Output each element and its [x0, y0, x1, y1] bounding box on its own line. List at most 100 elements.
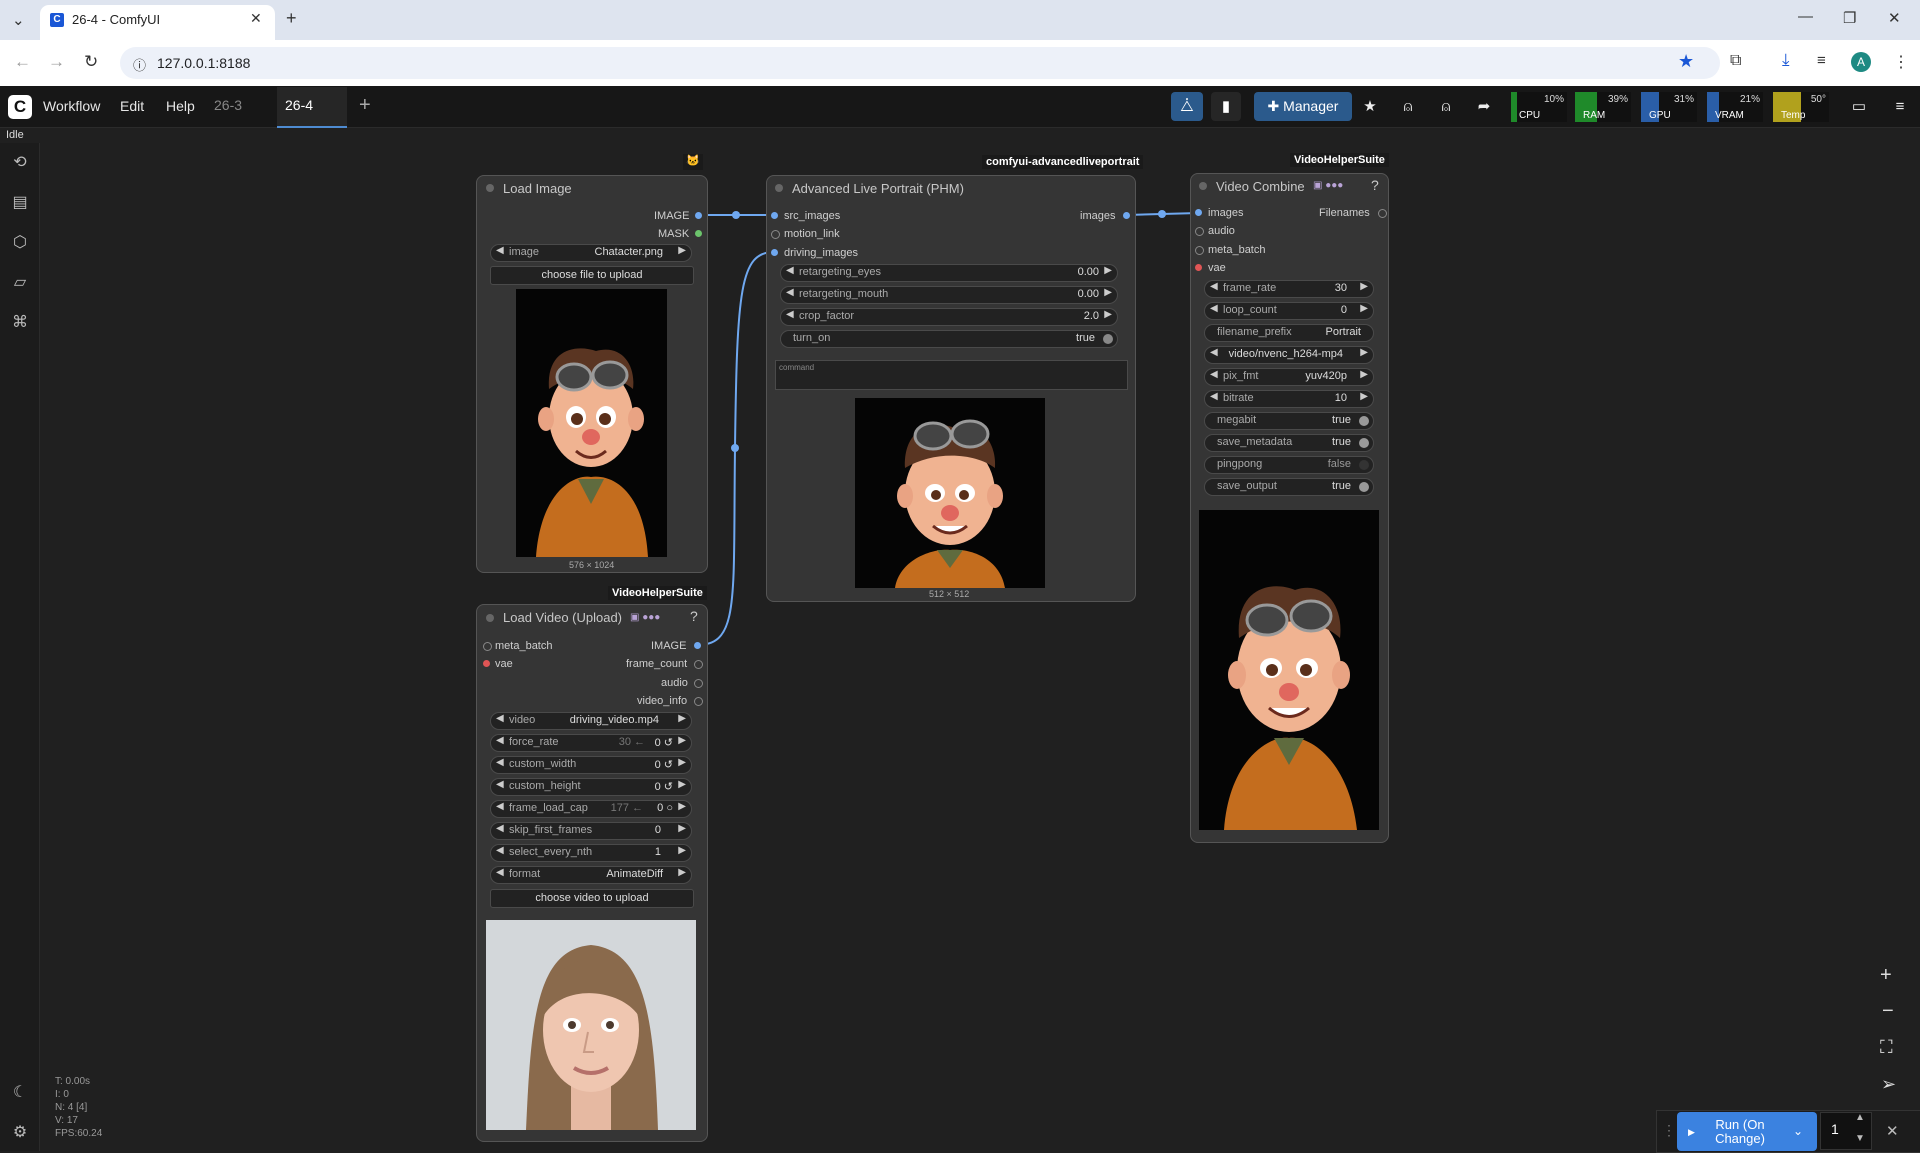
decrement-arrow-icon[interactable]: ◀ [786, 265, 794, 276]
input-images-socket[interactable] [1195, 209, 1202, 216]
output-frame-count-label: frame_count [626, 658, 688, 670]
increment-arrow-icon[interactable]: ▶ [678, 823, 686, 834]
decrement-arrow-icon[interactable]: ◀ [1210, 347, 1218, 358]
decrement-arrow-icon[interactable]: ◀ [1210, 281, 1218, 292]
widget-label: retargeting_eyes [799, 266, 881, 278]
input-vae-socket[interactable] [1195, 264, 1202, 271]
decrement-arrow-icon[interactable]: ◀ [496, 845, 504, 856]
zoom-in-icon[interactable]: + [1880, 964, 1892, 987]
pingpong-toggle[interactable]: pingpong false [1204, 456, 1374, 474]
preview-image [516, 289, 667, 557]
output-filenames-socket[interactable] [1378, 209, 1387, 218]
video-select-widget[interactable]: ◀ video driving_video.mp4 ▶ [490, 712, 692, 730]
node-collapse-dot[interactable] [775, 184, 783, 192]
decrement-arrow-icon[interactable]: ◀ [496, 823, 504, 834]
close-run-panel-icon[interactable]: ✕ [1886, 1122, 1899, 1140]
skip-first-frames-widget[interactable]: ◀ skip_first_frames 0 ▶ [490, 822, 692, 840]
loop-count-widget[interactable]: ◀ loop_count 0 ▶ [1204, 302, 1374, 320]
increment-arrow-icon[interactable]: ▶ [1360, 347, 1368, 358]
format-widget[interactable]: ◀ video/nvenc_h264-mp4 ▶ [1204, 346, 1374, 364]
increment-arrow-icon[interactable]: ▶ [678, 845, 686, 856]
node-collapse-dot[interactable] [1199, 182, 1207, 190]
increment-arrow-icon[interactable]: ▶ [1360, 281, 1368, 292]
output-image-socket[interactable] [694, 642, 701, 649]
increment-arrow-icon[interactable]: ▶ [678, 245, 686, 256]
pix-fmt-widget[interactable]: ◀ pix_fmt yuv420p ▶ [1204, 368, 1374, 386]
increment-arrow-icon[interactable]: ▶ [678, 735, 686, 746]
decrement-arrow-icon[interactable]: ◀ [786, 287, 794, 298]
decrement-icon[interactable]: ▼ [1855, 1133, 1865, 1144]
widget-value: 30 [1334, 282, 1347, 294]
megabit-toggle[interactable]: megabit true [1204, 412, 1374, 430]
decrement-arrow-icon[interactable]: ◀ [1210, 369, 1218, 380]
bitrate-widget[interactable]: ◀ bitrate 10 ▶ [1204, 390, 1374, 408]
input-driving-socket[interactable] [771, 249, 778, 256]
increment-arrow-icon[interactable]: ▶ [678, 757, 686, 768]
image-select-widget[interactable]: ◀ image Chatacter.png ▶ [490, 244, 692, 262]
retargeting-mouth-widget[interactable]: ◀ retargeting_mouth 0.00 ▶ [780, 286, 1118, 304]
decrement-arrow-icon[interactable]: ◀ [496, 713, 504, 724]
decrement-arrow-icon[interactable]: ◀ [1210, 303, 1218, 314]
save-metadata-toggle[interactable]: save_metadata true [1204, 434, 1374, 452]
select-every-nth-widget[interactable]: ◀ select_every_nth 1 ▶ [490, 844, 692, 862]
increment-icon[interactable]: ▲ [1855, 1112, 1865, 1123]
node-collapse-dot[interactable] [486, 184, 494, 192]
output-video-info-socket[interactable] [694, 697, 703, 706]
turn-on-toggle[interactable]: turn_on true [780, 330, 1118, 348]
decrement-arrow-icon[interactable]: ◀ [786, 309, 794, 320]
increment-arrow-icon[interactable]: ▶ [678, 713, 686, 724]
increment-arrow-icon[interactable]: ▶ [1104, 265, 1112, 276]
choose-file-button[interactable]: choose file to upload [490, 266, 694, 285]
output-audio-socket[interactable] [694, 679, 703, 688]
retargeting-eyes-widget[interactable]: ◀ retargeting_eyes 0.00 ▶ [780, 264, 1118, 282]
output-images-socket[interactable] [1123, 212, 1130, 219]
format-select-widget[interactable]: ◀ format AnimateDiff ▶ [490, 866, 692, 884]
increment-arrow-icon[interactable]: ▶ [1104, 309, 1112, 320]
command-textarea[interactable]: command [775, 360, 1128, 390]
input-motion-socket[interactable] [771, 230, 780, 239]
increment-arrow-icon[interactable]: ▶ [678, 867, 686, 878]
input-meta-socket[interactable] [483, 642, 492, 651]
increment-arrow-icon[interactable]: ▶ [1360, 391, 1368, 402]
filename-prefix-widget[interactable]: filename_prefix Portrait [1204, 324, 1374, 342]
widget-label: frame_rate [1223, 282, 1277, 294]
character-illustration [1224, 586, 1357, 830]
batch-count-value: 1 [1831, 1121, 1839, 1137]
fit-view-icon[interactable]: ⛶ [1880, 1037, 1893, 1058]
output-mask-socket[interactable] [695, 230, 702, 237]
choose-video-button[interactable]: choose video to upload [490, 889, 694, 908]
frame-rate-widget[interactable]: ◀ frame_rate 30 ▶ [1204, 280, 1374, 298]
decrement-arrow-icon[interactable]: ◀ [496, 757, 504, 768]
select-mode-icon[interactable]: ➢ [1881, 1074, 1896, 1095]
output-image-socket[interactable] [695, 212, 702, 219]
output-frame-count-socket[interactable] [694, 660, 703, 669]
decrement-arrow-icon[interactable]: ◀ [496, 801, 504, 812]
input-meta-socket[interactable] [1195, 246, 1204, 255]
increment-arrow-icon[interactable]: ▶ [678, 779, 686, 790]
increment-arrow-icon[interactable]: ▶ [678, 801, 686, 812]
widget-value: driving_video.mp4 [569, 714, 659, 726]
save-output-toggle[interactable]: save_output true [1204, 478, 1374, 496]
decrement-arrow-icon[interactable]: ◀ [496, 245, 504, 256]
input-vae-socket[interactable] [483, 660, 490, 667]
help-icon[interactable]: ? [1371, 177, 1379, 193]
input-audio-socket[interactable] [1195, 227, 1204, 236]
node-collapse-dot[interactable] [486, 614, 494, 622]
increment-arrow-icon[interactable]: ▶ [1360, 303, 1368, 314]
increment-arrow-icon[interactable]: ▶ [1360, 369, 1368, 380]
decrement-arrow-icon[interactable]: ◀ [1210, 391, 1218, 402]
force-rate-widget[interactable]: ◀ force_rate 30 ← 0 ↺ ▶ [490, 734, 692, 752]
frame-load-cap-widget[interactable]: ◀ frame_load_cap 177 ← 0 ○ ▶ [490, 800, 692, 818]
decrement-arrow-icon[interactable]: ◀ [496, 867, 504, 878]
help-icon[interactable]: ? [690, 608, 698, 624]
decrement-arrow-icon[interactable]: ◀ [496, 735, 504, 746]
run-options-chevron-icon[interactable]: ⌄ [1793, 1124, 1803, 1138]
custom-height-widget[interactable]: ◀ custom_height 0 ↺ ▶ [490, 778, 692, 796]
decrement-arrow-icon[interactable]: ◀ [496, 779, 504, 790]
zoom-out-icon[interactable]: − [1882, 1000, 1894, 1023]
input-src-socket[interactable] [771, 212, 778, 219]
drag-handle-icon[interactable]: ⋮ [1662, 1122, 1676, 1139]
increment-arrow-icon[interactable]: ▶ [1104, 287, 1112, 298]
custom-width-widget[interactable]: ◀ custom_width 0 ↺ ▶ [490, 756, 692, 774]
crop-factor-widget[interactable]: ◀ crop_factor 2.0 ▶ [780, 308, 1118, 326]
